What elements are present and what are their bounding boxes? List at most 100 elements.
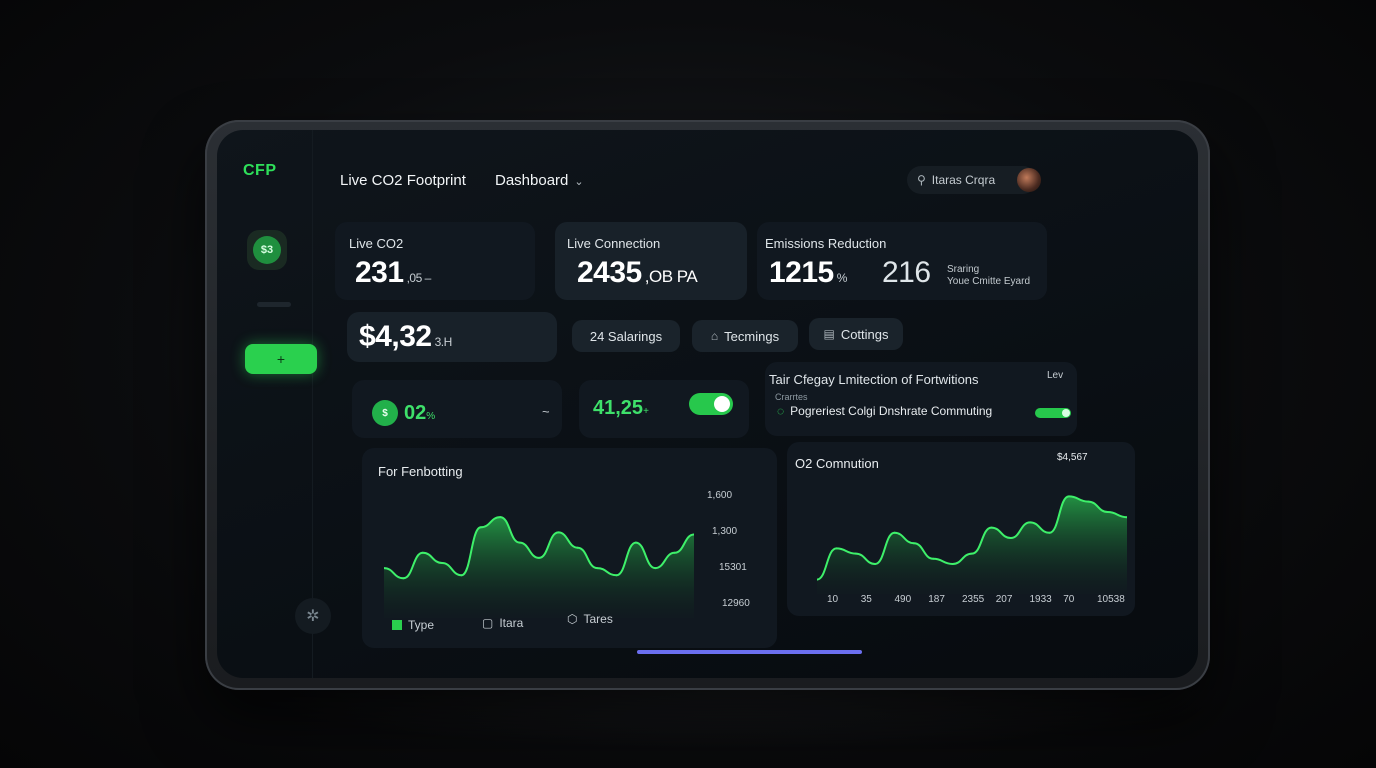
status-mid-value: 41,25+	[593, 397, 649, 420]
emissions-note-1: Sraring	[947, 264, 980, 275]
notice-line: ◌ Pogreriest Colgi Dnshrate Commuting	[777, 404, 992, 418]
right-xtick-5: 207	[995, 594, 1013, 605]
left-chart-svg	[384, 516, 694, 618]
home-indicator[interactable]	[637, 650, 862, 654]
live-connection-unit: ,OB PA	[644, 267, 698, 286]
legend-itara-label: Itara	[499, 616, 524, 630]
sidebar-active-item[interactable]: +	[245, 344, 317, 374]
notice-title: Tair Cfegay Lmitection of Fortwitions	[769, 372, 979, 387]
left-chart-point-4	[460, 574, 463, 577]
refresh-icon: ◌	[777, 404, 785, 418]
live-connection-card[interactable]: Live Connection 2435 ,OB PA	[555, 222, 747, 300]
pill-tecmings-label: Tecmings	[724, 328, 780, 344]
left-chart-point-10	[576, 546, 579, 549]
right-chart-point-8	[971, 552, 973, 555]
sidebar-avatar[interactable]: $3	[247, 230, 287, 270]
right-xtick-1: 35	[860, 594, 872, 605]
notice-sub: Crarrtes	[775, 392, 808, 402]
dashboard-dropdown[interactable]: Dashboard ⌄	[495, 172, 584, 189]
pill-salarings[interactable]: 24 Salarings	[572, 320, 680, 352]
left-chart-card: For Fenbotting 1,600 1,300 15301 12960 T…	[362, 448, 777, 648]
dashboard-screen: CFP $3 + ✲ Live CO2 Footprint Dashboard ⌄…	[217, 130, 1198, 678]
emissions-note: Sraring Youe Cmitte Eyard	[947, 264, 1030, 288]
right-chart-point-11	[1029, 521, 1032, 524]
live-co2-value: 231,05 –	[355, 256, 431, 290]
pill-tecmings[interactable]: ⌂ Tecmings	[692, 320, 798, 352]
emissions-value: 1215%	[769, 256, 847, 290]
status-chevron-icon[interactable]: ~	[542, 404, 550, 419]
emissions-number: 1215	[769, 256, 834, 289]
left-chart-point-9	[557, 531, 560, 534]
left-chart-point-14	[654, 567, 657, 570]
live-connection-value: 2435 ,OB PA	[577, 256, 698, 290]
calendar-icon: ▢	[482, 616, 494, 630]
sidebar-divider	[257, 302, 291, 307]
right-chart-point-14	[1087, 500, 1090, 503]
toggle-knob	[714, 396, 730, 412]
left-chart-point-11	[596, 567, 599, 570]
chevron-down-icon: ⌄	[574, 176, 584, 188]
notice-line-text: Pogreriest Colgi Dnshrate Commuting	[790, 404, 993, 418]
plus-icon: +	[276, 351, 286, 367]
emissions-unit: %	[836, 271, 848, 285]
emissions-label: Emissions Reduction	[765, 236, 887, 251]
right-xtick-0: 10	[827, 594, 839, 605]
live-toggle[interactable]	[689, 393, 733, 415]
emissions-reduction-card[interactable]: Emissions Reduction 1215% 216 Sraring You…	[757, 222, 1047, 300]
left-chart-point-5	[479, 526, 482, 529]
live-connection-label: Live Connection	[567, 236, 661, 251]
right-xtick-4: 2355	[962, 594, 985, 605]
right-chart-point-12	[1048, 531, 1051, 534]
right-chart-card: O2 Comnution $4,567 10 35 490 187 2355 207 193…	[787, 442, 1135, 616]
tablet-device: CFP $3 + ✲ Live CO2 Footprint Dashboard ⌄…	[205, 120, 1210, 690]
legend-tares-label: Tares	[583, 612, 613, 626]
notice-side-label: Lev	[1047, 370, 1064, 381]
app-logo[interactable]: CFP	[243, 162, 277, 180]
shield-icon: ⬡	[567, 612, 578, 626]
money-value: $4,32 3.H	[359, 320, 452, 354]
legend-type-label: Type	[408, 618, 435, 632]
notice-toggle[interactable]	[1035, 408, 1071, 418]
sidebar: CFP $3 +	[217, 130, 317, 678]
left-chart-point-1	[402, 577, 405, 580]
money-card[interactable]: $4,32 3.H	[347, 312, 557, 362]
left-chart-point-6	[499, 516, 502, 519]
user-avatar[interactable]	[1017, 168, 1041, 192]
live-co2-unit: ,05 –	[406, 271, 432, 285]
right-chart-point-1	[835, 547, 838, 550]
search-text: Itaras Crqra	[931, 173, 996, 187]
left-chart-area	[384, 517, 694, 618]
search-icon: ⚲	[917, 173, 926, 187]
pill-cottings-label: Cottings	[840, 326, 889, 342]
left-chart-point-7	[518, 541, 521, 544]
logo-text: CFP	[243, 162, 277, 179]
settings-icon[interactable]: ✲	[295, 598, 331, 634]
right-xtick-7: 70	[1063, 594, 1075, 605]
legend-tares[interactable]: ⬡ Tares	[567, 612, 613, 626]
legend-swatch-type	[392, 620, 402, 630]
right-xtick-6: 1933	[1029, 594, 1052, 605]
right-xtick-8: 10538	[1097, 594, 1125, 605]
notice-card[interactable]: Tair Cfegay Lmitection of Fortwitions Le…	[765, 362, 1077, 436]
left-chart-title: For Fenbotting	[378, 464, 463, 479]
right-chart-point-13	[1067, 495, 1070, 498]
status-left-value: 02%	[404, 402, 435, 425]
status-left-unit: %	[426, 411, 436, 422]
document-icon: ▤	[823, 327, 835, 341]
status-card-mid[interactable]: 41,25+	[579, 380, 749, 438]
legend-itara[interactable]: ▢ Itara	[482, 616, 523, 630]
status-badge: $	[372, 400, 398, 426]
right-chart-corner-value: $4,567	[1057, 452, 1088, 463]
legend-type[interactable]: Type	[392, 618, 434, 632]
left-chart-point-8	[538, 556, 540, 559]
money-unit: 3.H	[434, 335, 453, 349]
status-card-left[interactable]: $ 02% ~	[352, 380, 562, 438]
left-chart-point-12	[615, 574, 618, 577]
pill-cottings[interactable]: ▤ Cottings	[809, 318, 903, 350]
right-chart-point-7	[951, 563, 954, 565]
live-co2-card[interactable]: Live CO2 231,05 –	[335, 222, 535, 300]
right-chart-area	[817, 496, 1127, 594]
left-chart-point-3	[441, 562, 444, 564]
live-co2-number: 231	[355, 256, 404, 289]
live-co2-label: Live CO2	[349, 236, 404, 251]
